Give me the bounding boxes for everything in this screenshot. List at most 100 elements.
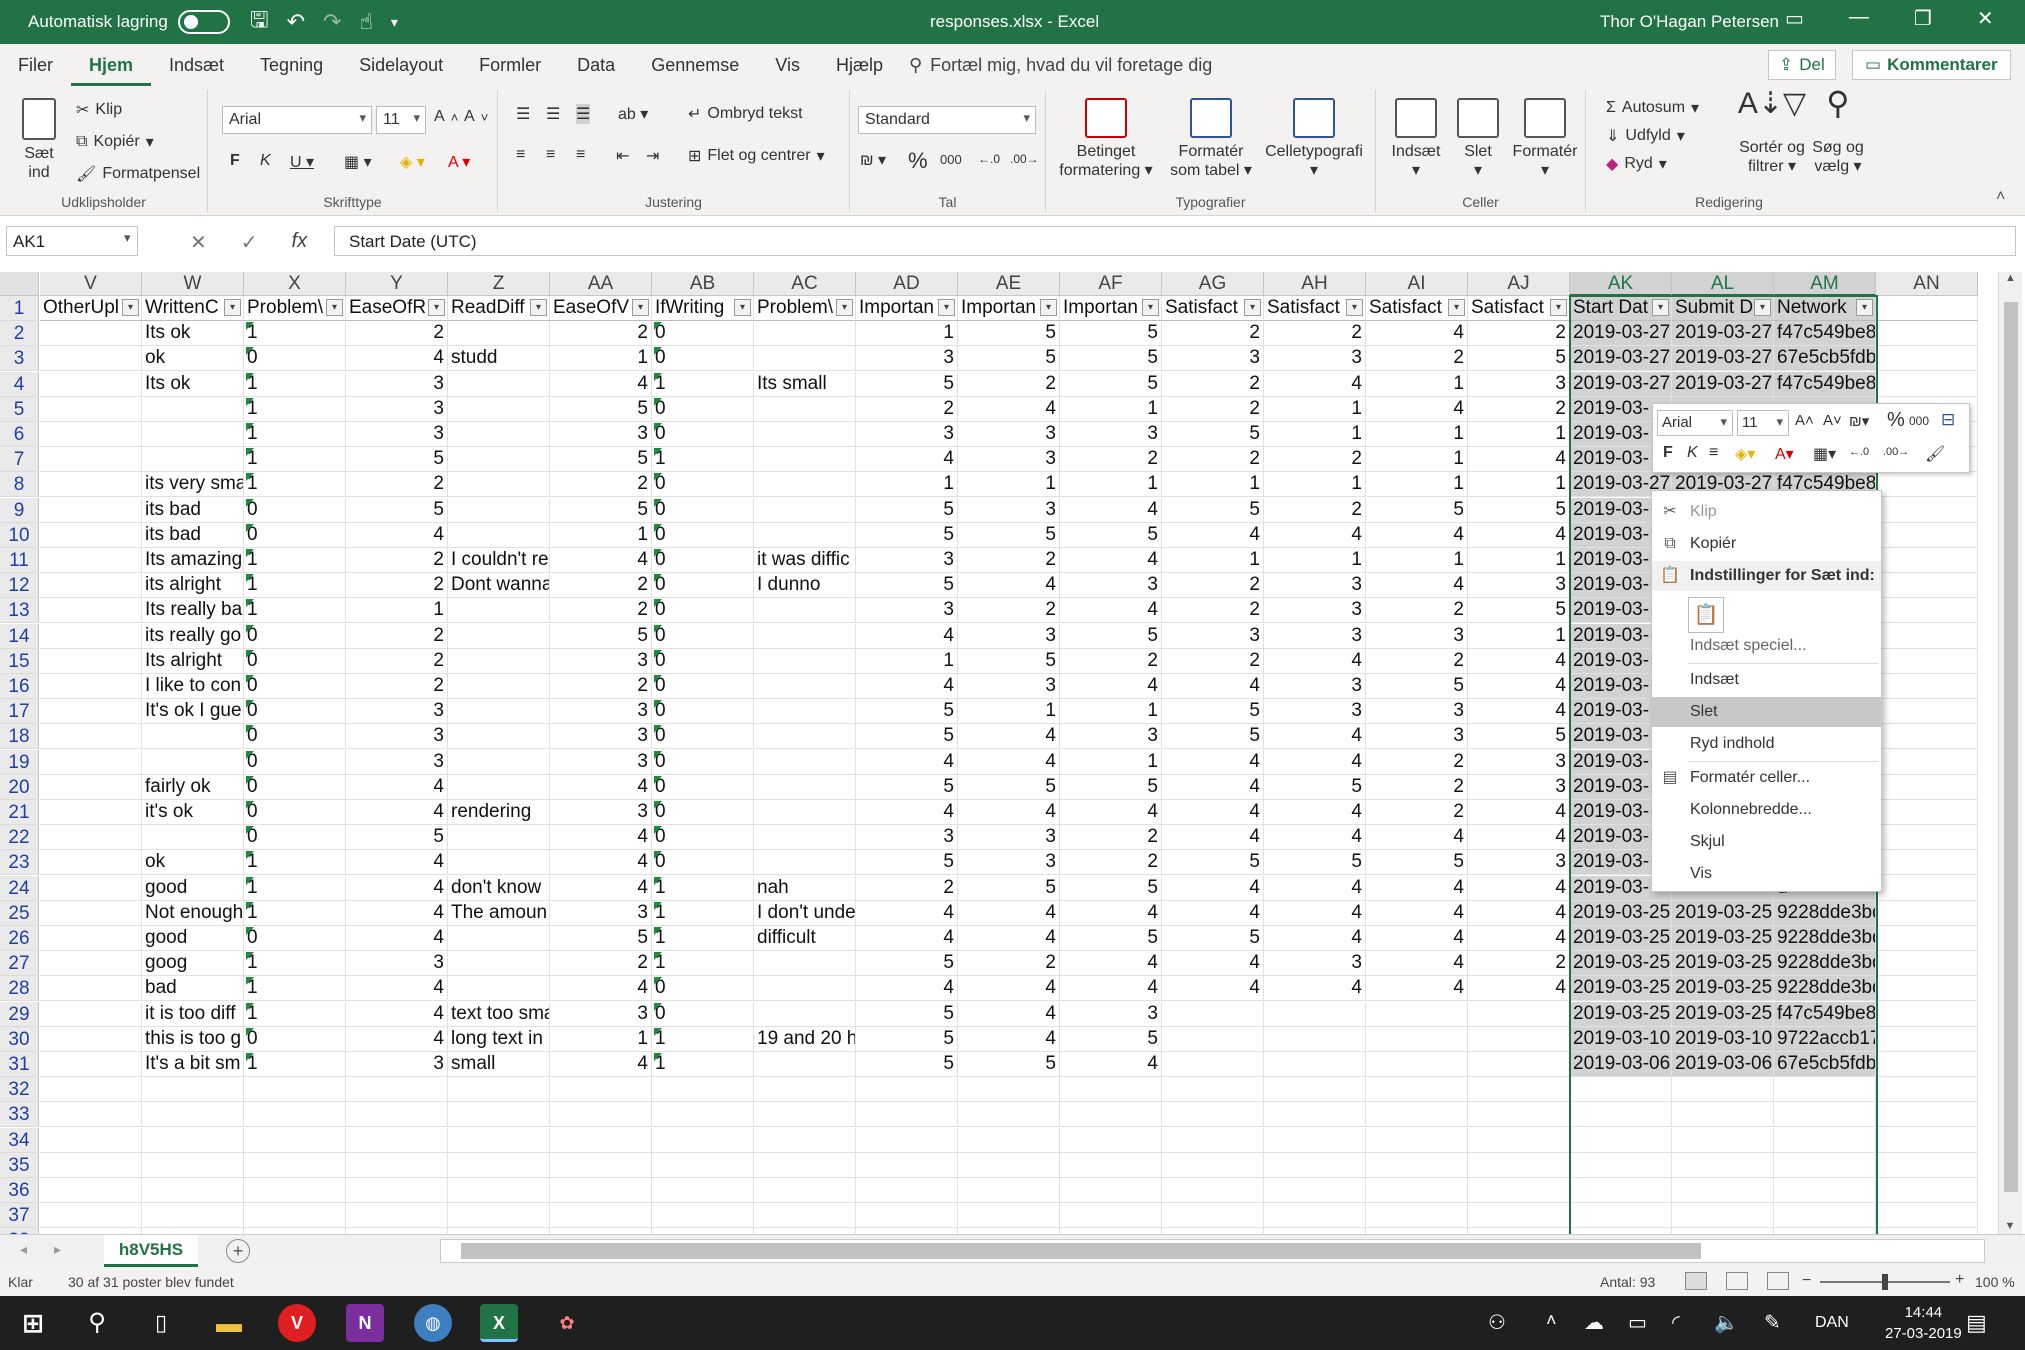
table-cell[interactable]: 4 [1468,522,1570,548]
empty-cell[interactable] [346,1203,448,1229]
filter-dropdown-icon[interactable]: ▾ [122,299,139,316]
empty-cell[interactable] [1570,1102,1672,1128]
table-cell[interactable]: 5 [958,648,1060,674]
battery-icon[interactable]: ▭ [1628,1310,1647,1335]
table-cell[interactable]: 5 [856,724,958,750]
table-cell[interactable] [40,926,142,951]
empty-cell[interactable] [1672,1127,1774,1153]
table-cell[interactable] [142,825,244,851]
table-cell[interactable]: 2 [346,573,448,599]
row-header[interactable]: 32 [0,1077,39,1103]
table-cell[interactable]: 4 [958,976,1060,1002]
table-cell[interactable]: 5 [1366,674,1468,699]
table-cell[interactable] [142,447,244,473]
empty-cell[interactable] [448,1077,550,1103]
table-cell[interactable]: 0 [652,497,754,523]
table-cell[interactable]: 1 [244,875,346,901]
table-cell[interactable]: 1 [1366,371,1468,397]
table-cell[interactable] [1876,623,1978,649]
table-cell[interactable]: 1 [244,472,346,498]
table-cell[interactable] [1876,321,1978,347]
table-cell[interactable]: 3 [346,724,448,750]
table-cell[interactable] [448,976,550,1002]
table-cell[interactable]: 3 [958,674,1060,699]
table-cell[interactable]: 5 [1060,1026,1162,1052]
align-center-icon[interactable]: ≡ [546,146,555,164]
table-cell[interactable]: 3 [1060,422,1162,447]
table-cell[interactable]: 4 [856,623,958,649]
table-cell[interactable]: 3 [1264,346,1366,372]
row-header[interactable]: 13 [0,598,39,624]
table-cell[interactable]: 5 [550,447,652,473]
table-cell[interactable] [1876,825,1978,851]
align-top-icon[interactable]: ☰ [516,104,530,124]
filter-dropdown-icon[interactable]: ▾ [530,299,547,316]
decrease-indent-icon[interactable]: ⇤ [616,146,629,166]
table-cell[interactable]: It's a bit sm [142,1052,244,1077]
row-header[interactable]: 33 [0,1102,39,1128]
column-header[interactable]: AC [754,272,856,296]
onedrive-icon[interactable]: ☁ [1584,1310,1604,1335]
table-cell[interactable]: long text in [448,1026,550,1052]
tray-expand-icon[interactable]: ˄ [1546,1310,1557,1331]
empty-cell[interactable] [346,1077,448,1103]
row-header[interactable]: 12 [0,573,39,599]
table-cell[interactable] [40,951,142,977]
table-cell[interactable]: 1 [244,396,346,422]
table-cell[interactable]: 2 [1060,825,1162,851]
header-cell[interactable]: Satisfact ▾ [1162,296,1264,321]
table-cell[interactable]: 0 [652,522,754,548]
table-cell[interactable]: fairly ok [142,774,244,800]
empty-cell[interactable] [448,1102,550,1128]
empty-cell[interactable] [40,1077,142,1103]
table-cell[interactable] [448,497,550,523]
table-cell[interactable]: 2 [1468,951,1570,977]
column-header[interactable]: AF [1060,272,1162,296]
table-cell[interactable] [142,422,244,447]
table-cell[interactable] [1468,1052,1570,1077]
table-cell[interactable]: bad [142,976,244,1002]
tab-home[interactable]: Hjem [71,44,152,86]
table-cell[interactable]: 1 [856,321,958,347]
table-cell[interactable]: 2 [1366,749,1468,775]
table-cell[interactable] [448,926,550,951]
table-cell[interactable]: 1 [244,976,346,1002]
table-cell[interactable] [1876,951,1978,977]
tab-insert[interactable]: Indsæt [151,44,242,86]
menu-unhide[interactable]: Vis [1652,859,1881,889]
table-cell[interactable]: 3 [550,648,652,674]
empty-cell[interactable] [244,1102,346,1128]
table-cell[interactable]: 2019-03-25 [1672,1001,1774,1027]
table-cell[interactable]: 2 [1060,850,1162,876]
conditional-format-button[interactable]: Betinget formatering ▾ [1056,98,1156,180]
empty-cell[interactable] [856,1203,958,1229]
restore-icon[interactable]: ❐ [1914,6,1932,31]
table-cell[interactable]: 1 [1264,422,1366,447]
mini-decrease-decimal-icon[interactable]: .00→ [1883,446,1909,458]
empty-cell[interactable] [1774,1203,1876,1229]
table-cell[interactable]: 2019-03-25 [1570,951,1672,977]
table-cell[interactable] [1162,1001,1264,1027]
table-cell[interactable]: 5 [1366,850,1468,876]
italic-icon[interactable]: K [260,152,271,170]
table-cell[interactable] [40,573,142,599]
table-cell[interactable]: 4 [1468,875,1570,901]
table-cell[interactable]: 67e5cb5fdb [1774,1052,1876,1077]
table-cell[interactable]: 0 [244,926,346,951]
empty-cell[interactable] [958,1203,1060,1229]
zoom-slider[interactable] [1820,1274,1950,1290]
table-cell[interactable]: 1 [550,346,652,372]
vertical-scroll-thumb[interactable] [2004,302,2018,1192]
table-cell[interactable]: 2 [346,472,448,498]
empty-cell[interactable] [244,1077,346,1103]
table-cell[interactable]: 2 [1264,321,1366,347]
select-all-corner[interactable] [0,272,39,296]
empty-cell[interactable] [1162,1102,1264,1128]
table-cell[interactable]: 9722accb17 [1774,1026,1876,1052]
table-cell[interactable]: 2019-03-25 [1570,1001,1672,1027]
shrink-font-icon[interactable]: A ˅ [464,108,488,126]
table-cell[interactable]: 0 [244,497,346,523]
paint-app-icon[interactable]: ✿ [548,1304,586,1342]
align-bottom-icon[interactable]: ☰ [576,104,591,124]
empty-cell[interactable] [550,1102,652,1128]
